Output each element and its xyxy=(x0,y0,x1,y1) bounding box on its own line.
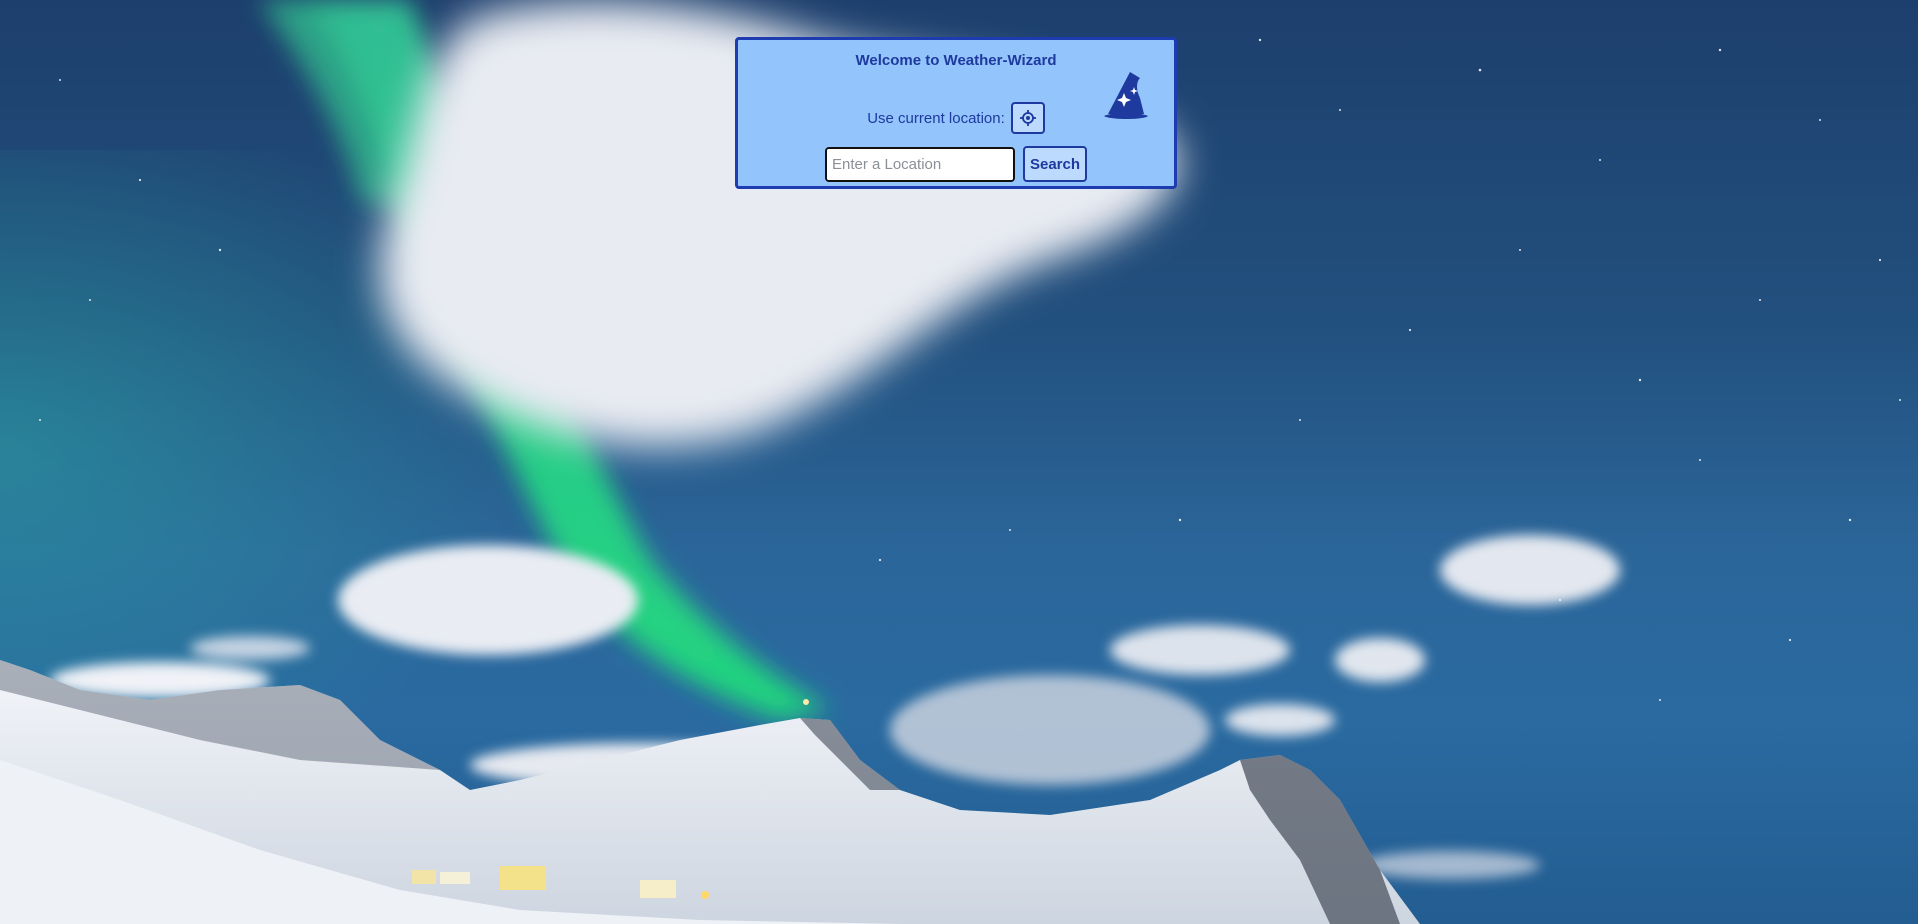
location-search-input[interactable] xyxy=(824,146,1015,182)
page-title: Welcome to Weather-Wizard xyxy=(855,52,1057,69)
search-row: Search xyxy=(738,146,1174,182)
current-location-label: Use current location: xyxy=(867,109,1005,127)
use-current-location-button[interactable] xyxy=(1010,102,1045,134)
background-scene: Welcome to Weather-Wizard Use current lo… xyxy=(0,0,1918,924)
weather-wizard-panel: Welcome to Weather-Wizard Use current lo… xyxy=(735,37,1177,189)
search-button[interactable]: Search xyxy=(1022,146,1088,182)
current-location-row: Use current location: xyxy=(738,102,1174,134)
crosshair-icon xyxy=(1019,110,1036,126)
